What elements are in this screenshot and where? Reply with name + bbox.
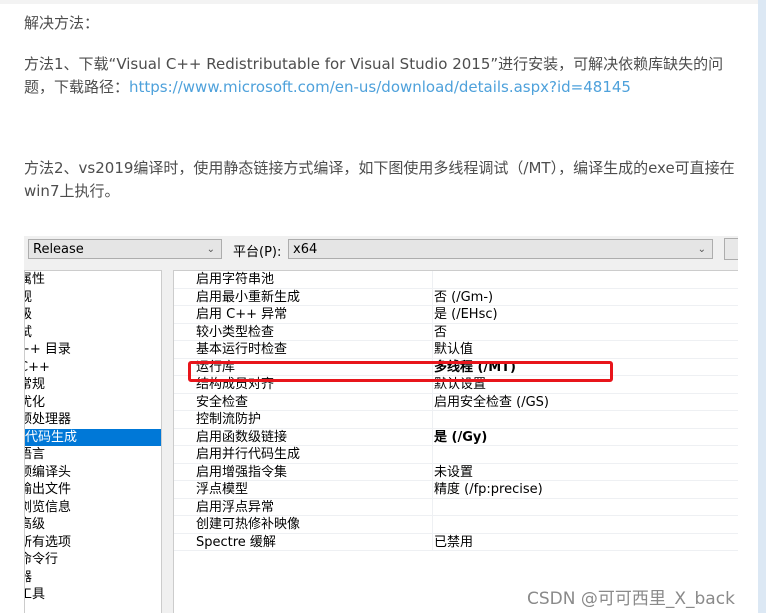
property-value: 是 (/EHsc) xyxy=(432,306,498,323)
tree-item[interactable]: 所有选项 xyxy=(25,534,161,552)
configuration-combo[interactable]: Release ⌄ xyxy=(28,239,222,259)
tree-item[interactable]: 预处理器 xyxy=(25,411,161,429)
property-name: 启用增强指令集 xyxy=(174,463,432,480)
property-row[interactable]: 启用浮点异常 xyxy=(174,498,738,516)
paragraph-method1: 方法1、下载“Visual C++ Redistributable for Vi… xyxy=(24,53,744,99)
property-name: 浮点模型 xyxy=(174,481,432,498)
tree-item[interactable]: 优化 xyxy=(25,394,161,412)
scrollbar[interactable] xyxy=(758,0,766,613)
tree-item[interactable]: ++ 目录 xyxy=(25,341,161,359)
property-value: 默认值 xyxy=(432,341,474,358)
platform-label: 平台(P): xyxy=(233,245,282,260)
property-value xyxy=(432,446,434,463)
property-row[interactable]: 创建可热修补映像 xyxy=(174,516,738,534)
property-name: 安全检查 xyxy=(174,393,432,410)
platform-combo[interactable]: x64 ⌄ xyxy=(288,239,713,259)
property-row[interactable]: 浮点模型 精度 (/fp:precise) xyxy=(174,481,738,499)
property-name: 启用浮点异常 xyxy=(174,498,432,515)
property-value xyxy=(432,411,434,428)
property-value xyxy=(432,498,434,515)
tree-item[interactable]: 预编译头 xyxy=(25,464,161,482)
property-name: 创建可热修补映像 xyxy=(174,516,432,533)
property-value: 是 (/Gy) xyxy=(432,428,488,445)
property-value: 精度 (/fp:precise) xyxy=(432,481,543,498)
property-name: 启用最小重新生成 xyxy=(174,288,432,305)
property-value: 启用安全检查 (/GS) xyxy=(432,393,549,410)
tree-item[interactable]: 级 xyxy=(25,306,161,324)
property-grid: 启用字符串池 启用最小重新生成否 (/Gm-) 启用 C++ 异常是 (/EHsc)… xyxy=(173,270,738,613)
paragraph-method2: 方法2、vs2019编译时，使用静态链接方式编译，如下图使用多线程调试（/MT）… xyxy=(24,159,735,200)
highlight-box xyxy=(188,361,613,382)
property-value xyxy=(432,271,434,288)
property-name: 启用函数级链接 xyxy=(174,428,432,445)
tree-item[interactable]: 规 xyxy=(25,289,161,307)
property-row[interactable]: 启用增强指令集 未设置 xyxy=(174,463,738,481)
property-row[interactable]: 启用字符串池 xyxy=(174,271,738,289)
tree-item[interactable]: 高级 xyxy=(25,516,161,534)
property-value: 已禁用 xyxy=(432,533,474,550)
property-tree: 属性规级试++ 目录C++常规优化预处理器代码生成语言预编译头输出文件浏览信息高… xyxy=(24,270,162,613)
chevron-down-icon: ⌄ xyxy=(206,244,215,255)
property-name: 较小类型检查 xyxy=(174,323,432,340)
platform-value: x64 xyxy=(293,242,318,257)
property-row[interactable]: 控制流防护 xyxy=(174,411,738,429)
tree-item[interactable]: 器 xyxy=(25,569,161,587)
property-row[interactable]: 安全检查 启用安全检查 (/GS) xyxy=(174,393,738,411)
vs-property-screenshot: Release ⌄ 平台(P): x64 ⌄ 属性规级试++ 目录C++常规优化预处… xyxy=(24,236,738,613)
property-row[interactable]: 较小类型检查否 xyxy=(174,323,738,341)
property-name: 控制流防护 xyxy=(174,411,432,428)
property-row[interactable]: 启用并行代码生成 xyxy=(174,446,738,464)
property-row[interactable]: Spectre 缓解 已禁用 xyxy=(174,533,738,551)
configuration-value: Release xyxy=(33,242,84,257)
tree-item[interactable]: 常规 xyxy=(25,376,161,394)
property-row[interactable]: 启用最小重新生成否 (/Gm-) xyxy=(174,288,738,306)
tree-item[interactable]: C++ xyxy=(25,359,161,377)
tree-item[interactable]: 输出文件 xyxy=(25,481,161,499)
tree-item[interactable]: 代码生成 xyxy=(25,428,161,446)
paragraph-heading: 解决方法： xyxy=(24,14,100,32)
property-row[interactable]: 基本运行时检查 默认值 xyxy=(174,341,738,359)
tree-item[interactable]: 属性 xyxy=(25,271,161,289)
property-name: 启用字符串池 xyxy=(174,271,432,288)
tree-item[interactable]: 语言 xyxy=(25,446,161,464)
property-row[interactable]: 启用函数级链接是 (/Gy) xyxy=(174,428,738,446)
property-name: Spectre 缓解 xyxy=(174,533,432,550)
property-value: 否 xyxy=(432,323,448,340)
property-name: 启用并行代码生成 xyxy=(174,446,432,463)
tree-item[interactable]: 命令行 xyxy=(25,551,161,569)
chevron-down-icon: ⌄ xyxy=(697,244,706,255)
property-value: 未设置 xyxy=(432,463,474,480)
tree-item[interactable]: 浏览信息 xyxy=(25,499,161,517)
property-name: 基本运行时检查 xyxy=(174,341,432,358)
config-manager-button[interactable] xyxy=(724,238,738,260)
property-value: 否 (/Gm-) xyxy=(432,288,494,305)
download-link[interactable]: https://www.microsoft.com/en-us/download… xyxy=(129,78,631,96)
watermark: CSDN @可可西里_X_back xyxy=(527,589,735,609)
tree-item[interactable]: 试 xyxy=(25,324,161,342)
property-value xyxy=(432,516,434,533)
property-name: 启用 C++ 异常 xyxy=(174,306,432,323)
property-row[interactable]: 启用 C++ 异常是 (/EHsc) xyxy=(174,306,738,324)
top-bar xyxy=(0,0,766,4)
tree-item[interactable]: 工具 xyxy=(25,586,161,604)
